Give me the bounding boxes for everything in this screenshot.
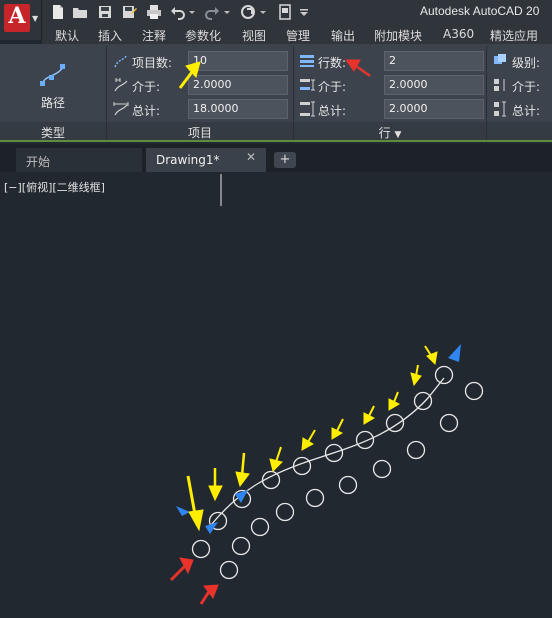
grip-arrow[interactable] <box>448 344 461 362</box>
grip-arrow[interactable] <box>176 506 190 516</box>
model-space <box>169 174 484 605</box>
drawing-canvas[interactable]: [−][俯视][二维线框] <box>0 172 552 618</box>
array-circle[interactable] <box>275 502 295 522</box>
path-curve[interactable] <box>210 377 445 526</box>
array-row-2[interactable] <box>191 381 484 580</box>
array-circle[interactable] <box>413 391 433 411</box>
array-circle[interactable] <box>464 381 484 401</box>
array-row-1[interactable] <box>208 365 454 531</box>
red-annotation-arrows <box>169 557 219 605</box>
viewport-controls[interactable]: [−][俯视][二维线框] <box>4 179 105 195</box>
array-circle[interactable] <box>385 413 405 433</box>
array-circle[interactable] <box>250 517 270 537</box>
array-circle[interactable] <box>434 365 454 385</box>
yellow-annotation-arrows <box>186 345 438 532</box>
array-circle[interactable] <box>305 488 325 508</box>
array-circle[interactable] <box>439 413 459 433</box>
array-circle[interactable] <box>372 459 392 479</box>
array-circle[interactable] <box>355 430 375 450</box>
array-circle[interactable] <box>338 475 358 495</box>
array-circle[interactable] <box>219 560 239 580</box>
array-circle[interactable] <box>191 539 211 559</box>
array-circle[interactable] <box>406 440 426 460</box>
array-circle[interactable] <box>231 536 251 556</box>
ribbon-annotation-arrows <box>178 59 371 89</box>
